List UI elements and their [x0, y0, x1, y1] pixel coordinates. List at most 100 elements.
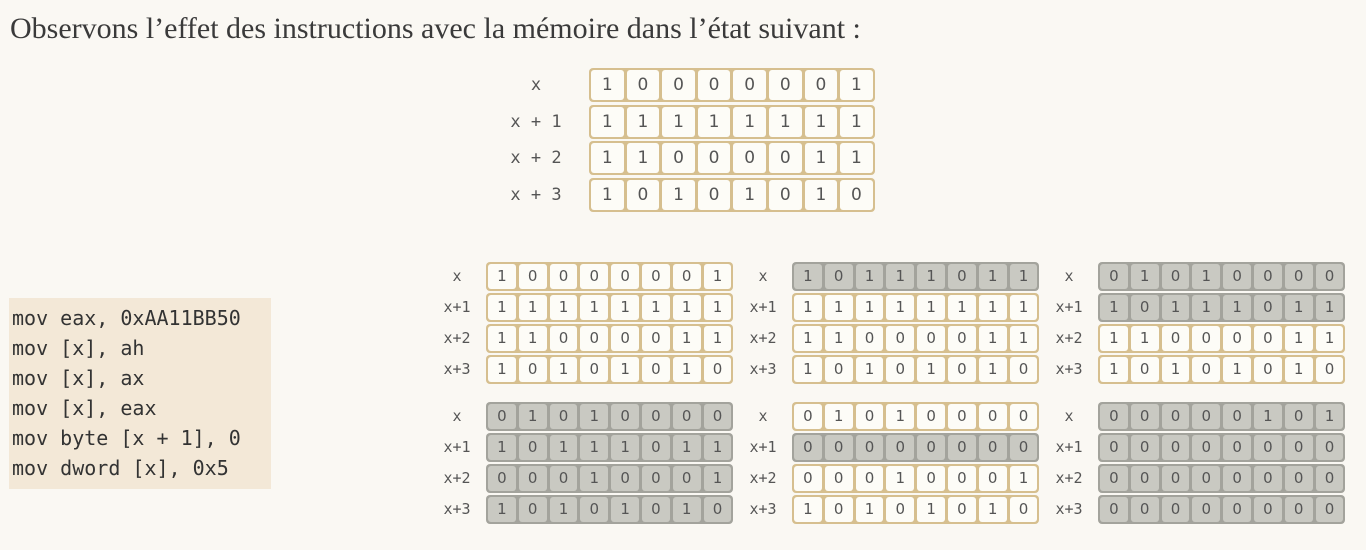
memory-row: x+1 1 0 1 1 1 0 1 1: [440, 433, 736, 462]
bit-cell: 1: [855, 357, 884, 382]
bit-cell: 1: [626, 143, 660, 173]
byte-cells-modified: 00000000: [1098, 464, 1346, 493]
bit-cell: 1: [488, 497, 516, 522]
bit-cell: 1: [1161, 357, 1190, 382]
bit-cell: 1: [672, 357, 701, 382]
bit-cell: 0: [947, 435, 976, 460]
bit-cell: 1: [672, 295, 701, 320]
bit-cell: 1: [549, 295, 578, 320]
bit-cell: 0: [518, 497, 547, 522]
bit-cell: 0: [1253, 435, 1282, 460]
bit-cell: 1: [733, 106, 766, 137]
bit-cell: 0: [1253, 357, 1282, 382]
bit-cell: 0: [697, 143, 731, 173]
bit-cell: 0: [611, 404, 639, 429]
bit-cell: 0: [626, 179, 660, 210]
bit-cell: 1: [703, 326, 732, 351]
bit-cell: 0: [1284, 404, 1313, 429]
memory-row: x10111011: [746, 262, 1042, 291]
bit-cell: 0: [1284, 264, 1313, 289]
bit-cell: 0: [580, 326, 609, 351]
bit-cell: 0: [917, 435, 945, 460]
bit-cell: 1: [794, 357, 822, 382]
bit-cell: 0: [1130, 295, 1159, 320]
address-label: x+1: [443, 298, 471, 316]
bit-cell: 0: [611, 326, 639, 351]
bit-cell: 1: [611, 497, 639, 522]
bit-cell: 0: [1130, 466, 1159, 491]
bit-cell: 0: [855, 326, 884, 351]
bit-cell: 1: [549, 357, 578, 382]
bit-cell: 0: [824, 264, 853, 289]
bit-cell: 0: [733, 70, 766, 100]
byte-cells: 10000001: [486, 262, 734, 291]
bit-cell: 0: [1009, 435, 1038, 460]
memory-row: x+1 0 0 0 0 0 0 0 0: [746, 433, 1042, 462]
bit-cell: 0: [886, 435, 915, 460]
bit-cell: 1: [978, 497, 1007, 522]
bit-cell: 1: [591, 70, 624, 100]
bit-cell: 1: [703, 264, 732, 289]
address-label: x: [452, 267, 462, 285]
bit-cell: 0: [824, 357, 853, 382]
address-label: x+3: [443, 360, 471, 378]
memory-row: x01010000: [440, 402, 736, 431]
bit-cell: 0: [641, 264, 670, 289]
bit-cell: 1: [1009, 326, 1038, 351]
bit-cell: 1: [518, 326, 547, 351]
bit-cell: 1: [794, 264, 822, 289]
bit-cell: 0: [641, 326, 670, 351]
address-label: x+1: [749, 438, 777, 456]
bit-cell: 1: [1100, 295, 1128, 320]
bit-cell: 1: [488, 295, 516, 320]
bit-cell: 0: [768, 179, 802, 210]
bit-cell: 1: [672, 326, 701, 351]
address-label: x: [530, 75, 542, 95]
bit-cell: 0: [549, 264, 578, 289]
address-label: x: [1064, 407, 1074, 425]
memory-row: x+2 0 0 0 1 0 0 0 1: [746, 464, 1042, 493]
address-label: x + 2: [510, 148, 562, 168]
address-label: x+2: [1055, 469, 1083, 487]
byte-cells-modified: 10101010: [486, 495, 734, 524]
address-label: x: [758, 407, 768, 425]
bit-cell: 0: [549, 326, 578, 351]
bit-cell: 0: [1284, 466, 1313, 491]
bit-cell: 0: [549, 404, 578, 429]
byte-cells: 01010000: [792, 402, 1040, 431]
memory-row: x+3 1 0 1 0 1 0 1 0: [440, 355, 736, 384]
bit-cell: 0: [703, 404, 732, 429]
bit-cell: 1: [1009, 264, 1038, 289]
bit-cell: 1: [947, 295, 976, 320]
bit-cell: 0: [1223, 264, 1251, 289]
bit-cell: 0: [1009, 404, 1038, 429]
bit-cell: 0: [641, 466, 670, 491]
byte-cells: 11000011: [792, 324, 1040, 353]
code-block: mov eax, 0xAA11BB50 mov [x], ah mov [x], a…: [9, 298, 271, 489]
memory-row: x+2 0 0 0 1 0 0 0 1: [440, 464, 736, 493]
bit-cell: 1: [697, 106, 731, 137]
bit-cell: 0: [488, 466, 516, 491]
bit-cell: 0: [1161, 435, 1190, 460]
bit-cell: 1: [662, 106, 695, 137]
address-label: x: [758, 267, 768, 285]
bit-cell: 1: [1315, 326, 1344, 351]
bit-cell: 1: [824, 326, 853, 351]
address-label: x: [452, 407, 462, 425]
bit-cell: 0: [1161, 326, 1190, 351]
bit-cell: 1: [886, 404, 915, 429]
bit-cell: 1: [518, 295, 547, 320]
bit-cell: 1: [488, 326, 516, 351]
address-label: x+2: [749, 329, 777, 347]
bit-cell: 0: [641, 404, 670, 429]
byte-cells: 10101010: [792, 355, 1040, 384]
bit-cell: 0: [1223, 466, 1251, 491]
bit-cell: 0: [518, 357, 547, 382]
bit-cell: 1: [824, 295, 853, 320]
bit-cell: 1: [855, 497, 884, 522]
bit-cell: 0: [518, 435, 547, 460]
bit-cell: 0: [1253, 264, 1282, 289]
bit-cell: 1: [591, 143, 624, 173]
bit-cell: 0: [947, 264, 976, 289]
bit-cell: 1: [840, 143, 873, 173]
